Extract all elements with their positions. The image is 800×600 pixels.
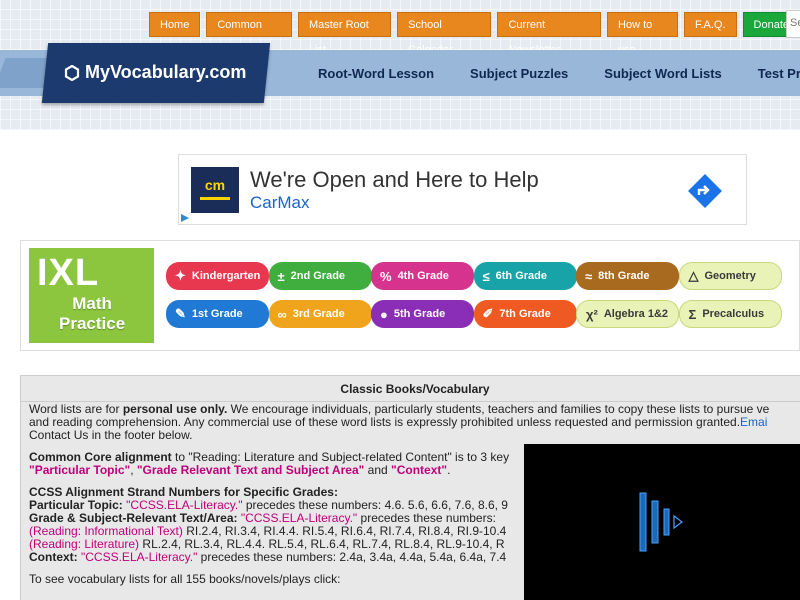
ixl-title: Math Practice <box>59 294 126 333</box>
usage-paragraph: Word lists are for personal use only. We… <box>29 402 770 442</box>
grade-icon: ∞ <box>277 306 287 322</box>
ad-choices-icon[interactable] <box>180 213 190 223</box>
grade-icon: ± <box>277 268 285 284</box>
grade-label: Precalculus <box>702 308 765 320</box>
search-input[interactable]: Se <box>786 10 800 38</box>
home-button[interactable]: Home <box>149 12 201 37</box>
top-nav: Home Common Core Master Root List School… <box>149 12 800 56</box>
grade-label: 2nd Grade <box>290 270 346 282</box>
play-logo-icon[interactable] <box>636 491 688 553</box>
grade-icon: △ <box>688 268 699 283</box>
grade-label: 1st Grade <box>191 308 243 320</box>
nav-subject-word-lists[interactable]: Subject Word Lists <box>604 66 722 81</box>
grade-label: 3rd Grade <box>292 308 345 320</box>
directions-arrow-icon[interactable] <box>687 173 723 209</box>
grade-icon: ✐ <box>482 306 494 321</box>
faq-button[interactable]: F.A.Q. <box>683 12 737 37</box>
grade-icon: ● <box>380 306 388 322</box>
grade-icon: χ² <box>586 306 598 322</box>
school-calendar-button[interactable]: School Calendar <box>397 12 492 56</box>
how-to-use-button[interactable]: How to use <box>607 12 678 56</box>
grade-pill-4th-grade[interactable]: % 4th Grade <box>371 262 474 290</box>
ixl-logo: IXL <box>37 252 100 294</box>
ixl-logo-panel[interactable]: IXL Math Practice <box>29 248 154 343</box>
grade-pill-algebra-1-2[interactable]: χ² Algebra 1&2 <box>576 300 679 328</box>
grade-icon: Σ <box>688 306 697 322</box>
grade-pill-precalculus[interactable]: Σ Precalculus <box>678 300 782 328</box>
grade-pill-1st-grade[interactable]: ✎ 1st Grade <box>166 300 269 328</box>
grade-pill-kindergarten[interactable]: ✦ Kindergarten <box>166 262 269 290</box>
carmax-logo-text: cm <box>204 177 226 193</box>
hexagon-icon <box>64 64 80 81</box>
grade-icon: % <box>380 268 392 284</box>
common-core-button[interactable]: Common Core <box>206 12 292 56</box>
nav-test-prep[interactable]: Test Pre <box>758 66 800 81</box>
grade-label: Algebra 1&2 <box>603 308 669 320</box>
grade-pill-3rd-grade[interactable]: ∞ 3rd Grade <box>268 300 372 328</box>
grade-label: 6th Grade <box>495 270 547 282</box>
grade-icon: ≈ <box>585 268 593 284</box>
grade-pill-8th-grade[interactable]: ≈8th Grade <box>576 262 679 290</box>
grade-label: Geometry <box>704 270 756 282</box>
email-link[interactable]: Emai <box>740 415 767 429</box>
ad-banner[interactable]: cm We're Open and Here to Help CarMax <box>178 154 747 225</box>
current-newsletter-button[interactable]: Current Newsletter <box>497 12 602 56</box>
content-heading: Classic Books/Vocabulary <box>21 376 800 402</box>
grade-label: 4th Grade <box>397 270 449 282</box>
grade-pill-6th-grade[interactable]: ≤6th Grade <box>473 262 577 290</box>
grade-pill-geometry[interactable]: △ Geometry <box>678 262 782 290</box>
ad-headline[interactable]: We're Open and Here to Help <box>250 167 539 193</box>
video-player[interactable] <box>524 444 800 600</box>
ixl-ad[interactable]: IXL Math Practice ✦ Kindergarten ±2nd Grad… <box>20 240 800 351</box>
grade-icon: ✦ <box>175 268 186 283</box>
carmax-logo: cm <box>191 167 239 213</box>
grade-label: 7th Grade <box>499 308 551 320</box>
grade-icon: ≤ <box>482 268 490 284</box>
nav-root-word-lesson[interactable]: Root-Word Lesson <box>318 66 434 81</box>
grade-label: 8th Grade <box>598 270 650 282</box>
grade-label: Kindergarten <box>191 270 261 282</box>
site-logo[interactable]: MyVocabulary.com <box>64 62 246 83</box>
grade-icon: ✎ <box>175 306 186 321</box>
grade-label: 5th Grade <box>393 308 446 320</box>
main-nav: Root-Word Lesson Subject Puzzles Subject… <box>300 50 800 96</box>
grade-pill-5th-grade[interactable]: ● 5th Grade <box>371 300 474 328</box>
grade-pill-7th-grade[interactable]: ✐ 7th Grade <box>473 300 577 328</box>
nav-subject-puzzles[interactable]: Subject Puzzles <box>470 66 568 81</box>
grade-pill-2nd-grade[interactable]: ±2nd Grade <box>268 262 372 290</box>
site-header: Home Common Core Master Root List School… <box>0 0 800 130</box>
master-root-list-button[interactable]: Master Root List <box>297 12 392 56</box>
logo-text: MyVocabulary.com <box>85 62 247 82</box>
ad-advertiser[interactable]: CarMax <box>250 193 310 213</box>
